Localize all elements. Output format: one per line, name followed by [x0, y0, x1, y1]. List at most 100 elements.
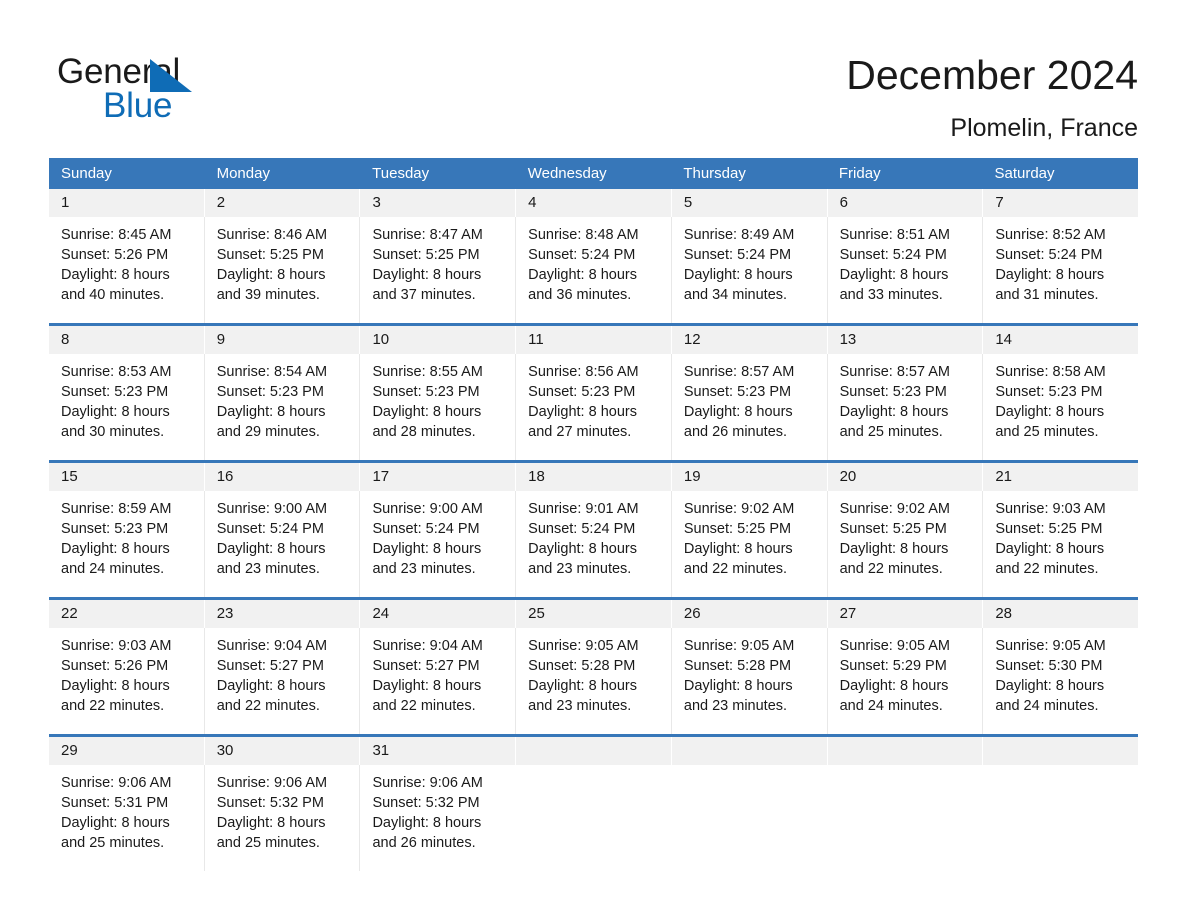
day-number[interactable]: 27 — [828, 600, 984, 628]
day-number-empty — [516, 737, 672, 765]
daylight-text-1: Daylight: 8 hours — [216, 541, 326, 557]
daylight-text-1: Daylight: 8 hours — [216, 404, 326, 420]
day-number[interactable]: 12 — [672, 326, 828, 354]
day-number[interactable]: 1 — [49, 189, 205, 217]
day-cell[interactable]: Sunrise: 8:58 AM Sunset: 5:23 PM Dayligh… — [983, 354, 1138, 460]
day-number[interactable]: 21 — [983, 463, 1138, 491]
day-cell[interactable]: Sunrise: 9:02 AM Sunset: 5:25 PM Dayligh… — [672, 491, 828, 597]
day-number[interactable]: 4 — [516, 189, 672, 217]
daylight-text-2: and 37 minutes. — [372, 287, 476, 303]
day-number[interactable]: 28 — [983, 600, 1138, 628]
sunrise-text: Sunrise: 8:46 AM — [216, 227, 328, 243]
sunrise-text: Sunrise: 8:47 AM — [372, 227, 483, 243]
day-cell-empty — [828, 765, 984, 871]
day-cell[interactable]: Sunrise: 8:53 AM Sunset: 5:23 PM Dayligh… — [49, 354, 205, 460]
day-number[interactable]: 20 — [828, 463, 984, 491]
daylight-text-1: Daylight: 8 hours — [683, 267, 793, 283]
sunrise-text: Sunrise: 9:00 AM — [372, 501, 483, 517]
week-date-band: 8 9 10 11 12 13 14 — [49, 326, 1138, 354]
day-number[interactable]: 17 — [360, 463, 517, 491]
day-cell[interactable]: Sunrise: 8:56 AM Sunset: 5:23 PM Dayligh… — [516, 354, 672, 460]
weekday-header-wednesday: Wednesday — [527, 165, 607, 182]
sunset-text: Sunset: 5:25 PM — [995, 521, 1103, 537]
daylight-text-1: Daylight: 8 hours — [372, 678, 482, 694]
day-cell[interactable]: Sunrise: 8:59 AM Sunset: 5:23 PM Dayligh… — [49, 491, 205, 597]
day-number[interactable]: 2 — [205, 189, 361, 217]
sunset-text: Sunset: 5:23 PM — [61, 384, 169, 400]
day-number[interactable]: 18 — [516, 463, 672, 491]
day-cell[interactable]: Sunrise: 9:06 AM Sunset: 5:32 PM Dayligh… — [205, 765, 361, 871]
week-date-band: 1 2 3 4 5 6 7 — [49, 189, 1138, 217]
week-info-band: Sunrise: 8:53 AM Sunset: 5:23 PM Dayligh… — [49, 354, 1138, 460]
day-cell[interactable]: Sunrise: 8:45 AM Sunset: 5:26 PM Dayligh… — [49, 217, 205, 323]
day-number[interactable]: 29 — [49, 737, 205, 765]
daylight-text-2: and 22 minutes. — [683, 561, 788, 577]
day-cell[interactable]: Sunrise: 9:02 AM Sunset: 5:25 PM Dayligh… — [828, 491, 984, 597]
day-number[interactable]: 3 — [360, 189, 517, 217]
day-cell[interactable]: Sunrise: 9:03 AM Sunset: 5:26 PM Dayligh… — [49, 628, 205, 734]
day-number[interactable]: 24 — [360, 600, 517, 628]
day-cell[interactable]: Sunrise: 8:57 AM Sunset: 5:23 PM Dayligh… — [828, 354, 984, 460]
day-cell[interactable]: Sunrise: 9:05 AM Sunset: 5:28 PM Dayligh… — [672, 628, 828, 734]
sunrise-text: Sunrise: 9:04 AM — [372, 638, 483, 654]
day-cell[interactable]: Sunrise: 9:00 AM Sunset: 5:24 PM Dayligh… — [205, 491, 361, 597]
sunrise-text: Sunrise: 9:05 AM — [839, 638, 951, 654]
day-number[interactable]: 16 — [205, 463, 361, 491]
day-number[interactable]: 8 — [49, 326, 205, 354]
day-number[interactable]: 5 — [672, 189, 828, 217]
day-number[interactable]: 31 — [360, 737, 517, 765]
day-cell[interactable]: Sunrise: 9:05 AM Sunset: 5:28 PM Dayligh… — [516, 628, 672, 734]
sunset-text: Sunset: 5:25 PM — [372, 247, 480, 263]
day-number[interactable]: 26 — [672, 600, 828, 628]
day-cell[interactable]: Sunrise: 9:04 AM Sunset: 5:27 PM Dayligh… — [205, 628, 361, 734]
day-number-empty — [828, 737, 984, 765]
day-cell[interactable]: Sunrise: 8:51 AM Sunset: 5:24 PM Dayligh… — [828, 217, 984, 323]
daylight-text-2: and 33 minutes. — [839, 287, 943, 303]
day-number[interactable]: 23 — [205, 600, 361, 628]
sunset-text: Sunset: 5:32 PM — [372, 795, 480, 811]
day-cell[interactable]: Sunrise: 9:05 AM Sunset: 5:29 PM Dayligh… — [828, 628, 984, 734]
day-cell[interactable]: Sunrise: 9:06 AM Sunset: 5:31 PM Dayligh… — [49, 765, 205, 871]
day-number[interactable]: 30 — [205, 737, 361, 765]
day-cell[interactable]: Sunrise: 9:00 AM Sunset: 5:24 PM Dayligh… — [360, 491, 517, 597]
daylight-text-1: Daylight: 8 hours — [683, 678, 793, 694]
sunset-text: Sunset: 5:23 PM — [839, 384, 947, 400]
day-number[interactable]: 13 — [828, 326, 984, 354]
sunrise-text: Sunrise: 9:02 AM — [683, 501, 795, 517]
day-cell[interactable]: Sunrise: 9:05 AM Sunset: 5:30 PM Dayligh… — [983, 628, 1138, 734]
day-cell[interactable]: Sunrise: 8:57 AM Sunset: 5:23 PM Dayligh… — [672, 354, 828, 460]
day-cell[interactable]: Sunrise: 8:52 AM Sunset: 5:24 PM Dayligh… — [983, 217, 1138, 323]
sunset-text: Sunset: 5:30 PM — [995, 658, 1103, 674]
daylight-text-2: and 24 minutes. — [61, 561, 165, 577]
day-cell[interactable]: Sunrise: 9:01 AM Sunset: 5:24 PM Dayligh… — [516, 491, 672, 597]
day-cell[interactable]: Sunrise: 8:54 AM Sunset: 5:23 PM Dayligh… — [205, 354, 361, 460]
daylight-text-1: Daylight: 8 hours — [61, 541, 170, 557]
day-cell[interactable]: Sunrise: 8:49 AM Sunset: 5:24 PM Dayligh… — [672, 217, 828, 323]
weekday-header-saturday: Saturday — [994, 165, 1055, 182]
day-number[interactable]: 7 — [983, 189, 1138, 217]
day-number[interactable]: 25 — [516, 600, 672, 628]
generalblue-logo[interactable]: General Blue — [57, 52, 287, 126]
sunrise-text: Sunrise: 9:03 AM — [995, 501, 1106, 517]
day-cell[interactable]: Sunrise: 8:47 AM Sunset: 5:25 PM Dayligh… — [360, 217, 517, 323]
day-cell[interactable]: Sunrise: 8:46 AM Sunset: 5:25 PM Dayligh… — [205, 217, 361, 323]
sunrise-text: Sunrise: 9:01 AM — [528, 501, 639, 517]
day-cell[interactable]: Sunrise: 9:04 AM Sunset: 5:27 PM Dayligh… — [360, 628, 517, 734]
day-cell[interactable]: Sunrise: 8:55 AM Sunset: 5:23 PM Dayligh… — [360, 354, 517, 460]
day-number[interactable]: 19 — [672, 463, 828, 491]
day-number[interactable]: 10 — [360, 326, 517, 354]
day-number[interactable]: 14 — [983, 326, 1138, 354]
day-number[interactable]: 11 — [516, 326, 672, 354]
day-cell[interactable]: Sunrise: 9:03 AM Sunset: 5:25 PM Dayligh… — [983, 491, 1138, 597]
day-cell[interactable]: Sunrise: 8:48 AM Sunset: 5:24 PM Dayligh… — [516, 217, 672, 323]
day-number[interactable]: 15 — [49, 463, 205, 491]
day-cell[interactable]: Sunrise: 9:06 AM Sunset: 5:32 PM Dayligh… — [360, 765, 516, 871]
daylight-text-2: and 23 minutes. — [683, 698, 788, 714]
day-number[interactable]: 22 — [49, 600, 205, 628]
daylight-text-1: Daylight: 8 hours — [995, 678, 1105, 694]
week-date-band: 22 23 24 25 26 27 28 — [49, 600, 1138, 628]
sunset-text: Sunset: 5:24 PM — [839, 247, 947, 263]
sunset-text: Sunset: 5:24 PM — [683, 247, 792, 263]
day-number[interactable]: 9 — [205, 326, 361, 354]
day-number[interactable]: 6 — [828, 189, 984, 217]
